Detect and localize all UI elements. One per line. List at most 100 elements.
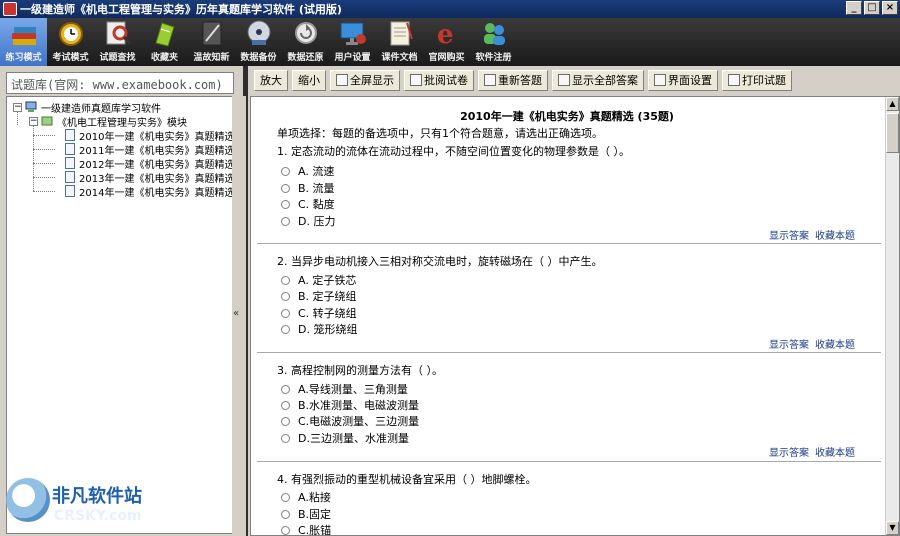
tree-root[interactable]: − 一级建造师真题库学习软件 — [13, 100, 161, 115]
tool-favorites[interactable]: 收藏夹 — [141, 18, 188, 66]
radio-button[interactable] — [281, 492, 290, 502]
scroll-down-icon[interactable]: ▼ — [886, 521, 899, 535]
favorite-link[interactable]: 收藏本题 — [815, 448, 855, 459]
radio-button[interactable] — [281, 183, 290, 193]
minimize-button[interactable]: _ — [846, 1, 862, 15]
radio-button[interactable] — [281, 199, 290, 209]
radio-button[interactable] — [281, 416, 290, 426]
question-3-option-a[interactable]: A.导线测量、三角测量 — [281, 381, 408, 397]
scroll-thumb[interactable] — [886, 113, 899, 153]
question-1-option-c[interactable]: C. 黏度 — [281, 196, 335, 212]
vertical-scrollbar[interactable]: ▲ ▼ — [885, 97, 899, 535]
tree-item-2011[interactable]: 2011年一建《机电实务》真题精选 — [65, 142, 234, 157]
question-toolbar: 放大 缩小 全屏显示 批阅试卷 重新答题 显示全部答案 界面设置 打印试题 — [248, 66, 900, 94]
collapse-toggle[interactable]: − — [29, 116, 38, 126]
radio-button[interactable] — [281, 384, 290, 394]
question-content: 2010年一建《机电实务》真题精选 (35题) 单项选择：每题的备选项中，只有1… — [250, 96, 900, 536]
show-answer-link[interactable]: 显示答案 — [769, 231, 809, 242]
magnifier-icon — [102, 18, 134, 48]
question-1-text: 1. 定态流动的流体在流动过程中，不随空间位置变化的物理参数是（ ）。 — [277, 145, 630, 158]
radio-button[interactable] — [281, 433, 290, 443]
question-3-option-c[interactable]: C.电磁波测量、三边测量 — [281, 413, 419, 429]
tool-exam-mode[interactable]: 考试模式 — [47, 18, 94, 66]
zoom-out-button[interactable]: 缩小 — [292, 69, 326, 91]
tool-data-restore[interactable]: 数据还原 — [282, 18, 329, 66]
zoom-in-button[interactable]: 放大 — [254, 69, 288, 91]
notebook-icon — [196, 18, 228, 48]
question-3-option-b[interactable]: B.水准测量、电磁波测量 — [281, 397, 419, 413]
question-2-option-d[interactable]: D. 笼形绕组 — [281, 321, 357, 337]
question-4-option-a[interactable]: A.粘接 — [281, 489, 331, 505]
restore-icon — [290, 18, 322, 48]
favorite-link[interactable]: 收藏本题 — [815, 231, 855, 242]
tool-user-settings[interactable]: 用户设置 — [329, 18, 376, 66]
radio-button[interactable] — [281, 525, 290, 535]
radio-button[interactable] — [281, 166, 290, 176]
collapse-toggle[interactable]: − — [13, 102, 22, 112]
tool-register[interactable]: 软件注册 — [470, 18, 517, 66]
tool-review[interactable]: 温故知新 — [188, 18, 235, 66]
books-icon — [8, 18, 40, 48]
fullscreen-button[interactable]: 全屏显示 — [330, 69, 400, 91]
print-button[interactable]: 打印试题 — [722, 69, 792, 91]
module-icon — [41, 115, 53, 127]
question-bank-header: 试题库(官网: www.examebook.com) — [6, 72, 234, 94]
scroll-up-icon[interactable]: ▲ — [886, 97, 899, 111]
radio-button[interactable] — [281, 400, 290, 410]
divider — [257, 461, 881, 462]
restart-icon — [484, 74, 496, 86]
radio-button[interactable] — [281, 324, 290, 334]
show-answer-link[interactable]: 显示答案 — [769, 340, 809, 351]
show-answer-link[interactable]: 显示答案 — [769, 448, 809, 459]
tool-data-backup[interactable]: 数据备份 — [235, 18, 282, 66]
printer-icon — [728, 74, 740, 86]
tool-courseware[interactable]: 课件文档 — [376, 18, 423, 66]
question-2-option-a[interactable]: A. 定子铁芯 — [281, 272, 356, 288]
show-all-answers-button[interactable]: 显示全部答案 — [552, 69, 644, 91]
radio-button[interactable] — [281, 275, 290, 285]
document-icon — [65, 171, 75, 183]
question-panel: 放大 缩小 全屏显示 批阅试卷 重新答题 显示全部答案 界面设置 打印试题 20… — [248, 66, 900, 536]
tree-item-2014[interactable]: 2014年一建《机电实务》真题精选 — [65, 184, 234, 199]
tool-find-question[interactable]: 试题查找 — [94, 18, 141, 66]
tree-item-2012[interactable]: 2012年一建《机电实务》真题精选 — [65, 156, 234, 171]
question-3-option-d[interactable]: D.三边测量、水准测量 — [281, 430, 409, 446]
window-controls: _ □ × — [846, 1, 898, 15]
radio-button[interactable] — [281, 291, 290, 301]
disk-icon — [243, 18, 275, 48]
radio-button[interactable] — [281, 509, 290, 519]
monitor-icon — [337, 18, 369, 48]
question-1-option-d[interactable]: D. 压力 — [281, 213, 335, 229]
question-2-option-b[interactable]: B. 定子绕组 — [281, 288, 357, 304]
radio-button[interactable] — [281, 308, 290, 318]
watermark-logo-icon — [6, 478, 50, 522]
restart-button[interactable]: 重新答题 — [478, 69, 548, 91]
maximize-button[interactable]: □ — [864, 1, 880, 15]
question-3-text: 3. 高程控制网的测量方法有（ ）。 — [277, 364, 443, 377]
question-4-option-c[interactable]: C.胀锚 — [281, 522, 331, 535]
tool-buy-online[interactable]: e 官网购买 — [423, 18, 470, 66]
document-icon — [65, 185, 75, 197]
question-3-links: 显示答案 收藏本题 — [763, 444, 855, 459]
interface-settings-button[interactable]: 界面设置 — [648, 69, 718, 91]
main-toolbar: 练习模式 考试模式 试题查找 收藏夹 温故知新 数据备份 数据还原 用户设置 课… — [0, 18, 900, 66]
computer-icon — [25, 101, 37, 113]
question-4-option-b[interactable]: B.固定 — [281, 506, 331, 522]
panel-splitter[interactable]: « — [232, 96, 246, 536]
document-icon — [384, 18, 416, 48]
tree-item-2013[interactable]: 2013年一建《机电实务》真题精选 — [65, 170, 234, 185]
close-button[interactable]: × — [882, 1, 898, 15]
question-2-option-c[interactable]: C. 转子绕组 — [281, 305, 357, 321]
favorite-link[interactable]: 收藏本题 — [815, 340, 855, 351]
collapse-left-icon[interactable]: « — [233, 308, 239, 319]
tool-practice-mode[interactable]: 练习模式 — [0, 18, 47, 66]
question-1-option-a[interactable]: A. 流速 — [281, 163, 334, 179]
folder-icon — [149, 18, 181, 48]
radio-button[interactable] — [281, 216, 290, 226]
user-icon — [478, 18, 510, 48]
tree-item-2010[interactable]: 2010年一建《机电实务》真题精选 — [65, 128, 234, 143]
tree-module[interactable]: − 《机电工程管理与实务》模块 — [29, 114, 187, 129]
grade-paper-button[interactable]: 批阅试卷 — [404, 69, 474, 91]
alarm-clock-icon — [55, 18, 87, 48]
question-1-option-b[interactable]: B. 流量 — [281, 180, 335, 196]
